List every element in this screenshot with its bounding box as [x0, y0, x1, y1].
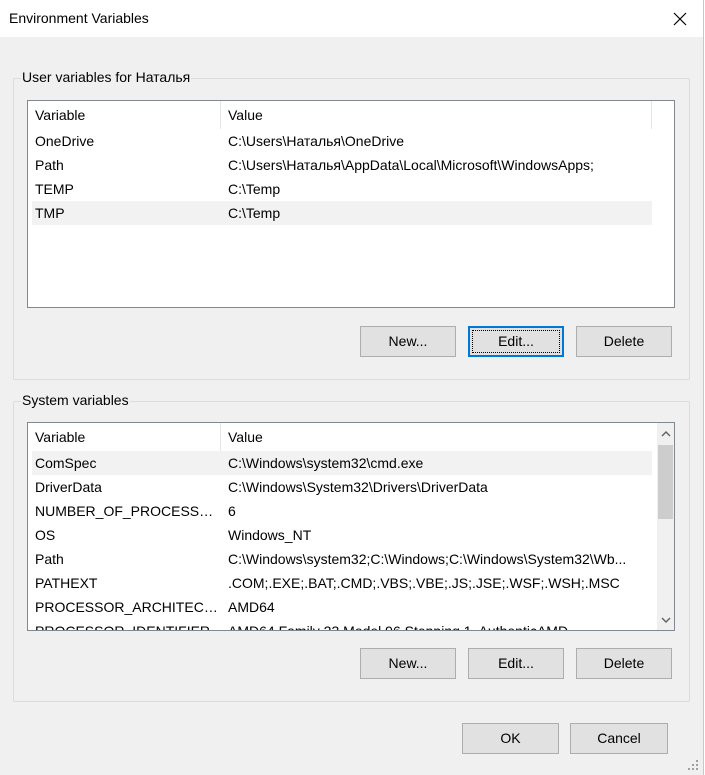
system-variables-label: System variables: [21, 392, 130, 408]
variable-value: C:\Users\Наталья\AppData\Local\Microsoft…: [228, 157, 594, 173]
cancel-button[interactable]: Cancel: [570, 723, 668, 754]
variable-name: PROCESSOR_ARCHITECTU...: [35, 599, 219, 615]
system-delete-button[interactable]: Delete: [576, 648, 672, 679]
table-row-selected[interactable]: TMP C:\Temp: [32, 201, 652, 225]
user-variables-list[interactable]: Variable Value OneDrive C:\Users\Наталья…: [27, 100, 675, 308]
variable-value: C:\Temp: [228, 181, 281, 197]
chevron-down-icon: [661, 617, 670, 623]
variable-value: Windows_NT: [228, 527, 312, 543]
variable-value: 6: [228, 503, 236, 519]
variable-value: AMD64: [228, 599, 275, 615]
focus-rectangle: [472, 330, 560, 353]
column-header-variable[interactable]: Variable: [28, 423, 221, 451]
variable-value: C:\Windows\system32\cmd.exe: [228, 455, 424, 471]
table-row[interactable]: DriverData C:\Windows\System32\Drivers\D…: [32, 475, 652, 499]
variable-name: DriverData: [35, 479, 102, 495]
scroll-up-button[interactable]: [657, 425, 674, 442]
system-edit-button[interactable]: Edit...: [468, 648, 564, 679]
variable-name: OneDrive: [35, 133, 95, 149]
table-row[interactable]: OneDrive C:\Users\Наталья\OneDrive: [32, 129, 652, 153]
variable-value: C:\Windows\System32\Drivers\DriverData: [228, 479, 488, 495]
table-row[interactable]: Path C:\Users\Наталья\AppData\Local\Micr…: [32, 153, 652, 177]
user-variables-label: User variables for Наталья: [21, 69, 192, 85]
scroll-thumb[interactable]: [658, 445, 673, 519]
title-bar: Environment Variables: [0, 0, 703, 37]
window-title: Environment Variables: [9, 10, 149, 26]
table-row[interactable]: TEMP C:\Temp: [32, 177, 652, 201]
user-delete-button[interactable]: Delete: [576, 326, 672, 357]
variable-name: NUMBER_OF_PROCESSORS: [35, 503, 219, 519]
vertical-scrollbar[interactable]: [657, 423, 674, 630]
table-row[interactable]: PROCESSOR_ARCHITECTU... AMD64: [32, 595, 652, 619]
variable-value: C:\Users\Наталья\OneDrive: [228, 133, 405, 149]
variable-name: PROCESSOR_IDENTIFIER: [35, 623, 211, 631]
table-row[interactable]: PROCESSOR_IDENTIFIER AMD64 Family 23 Mod…: [32, 619, 652, 631]
variable-name: PATHEXT: [35, 575, 98, 591]
column-header-value[interactable]: Value: [221, 423, 652, 451]
variable-value: .COM;.EXE;.BAT;.CMD;.VBS;.VBE;.JS;.JSE;.…: [228, 575, 620, 591]
system-variables-list[interactable]: Variable Value ComSpec C:\Windows\system…: [27, 422, 675, 631]
column-header-value[interactable]: Value: [221, 101, 652, 129]
variable-value: AMD64 Family 23 Model 96 Stepping 1, Aut…: [228, 623, 569, 631]
table-row[interactable]: OS Windows_NT: [32, 523, 652, 547]
close-button[interactable]: [657, 0, 703, 37]
close-icon: [673, 12, 687, 25]
table-row-selected[interactable]: ComSpec C:\Windows\system32\cmd.exe: [32, 451, 652, 475]
resize-grip-icon[interactable]: [687, 759, 699, 771]
table-row[interactable]: NUMBER_OF_PROCESSORS 6: [32, 499, 652, 523]
variable-name: OS: [35, 527, 56, 543]
variable-name: TEMP: [35, 181, 74, 197]
chevron-up-icon: [661, 430, 670, 436]
system-new-button[interactable]: New...: [360, 648, 456, 679]
variable-name: Path: [35, 157, 64, 173]
variable-name: ComSpec: [35, 455, 97, 471]
variable-name: Path: [35, 551, 64, 567]
environment-variables-dialog: Environment Variables User variables for…: [0, 0, 704, 775]
list-header: Variable Value: [28, 423, 674, 451]
user-new-button[interactable]: New...: [360, 326, 456, 357]
user-edit-button[interactable]: Edit...: [468, 326, 564, 357]
scroll-down-button[interactable]: [657, 611, 674, 628]
table-row[interactable]: Path C:\Windows\system32;C:\Windows;C:\W…: [32, 547, 652, 571]
ok-button[interactable]: OK: [462, 723, 559, 754]
variable-name: TMP: [35, 205, 65, 221]
table-row[interactable]: PATHEXT .COM;.EXE;.BAT;.CMD;.VBS;.VBE;.J…: [32, 571, 652, 595]
variable-value: C:\Windows\system32;C:\Windows;C:\Window…: [228, 551, 627, 567]
list-header: Variable Value: [28, 101, 674, 129]
variable-value: C:\Temp: [228, 205, 281, 221]
column-header-variable[interactable]: Variable: [28, 101, 221, 129]
